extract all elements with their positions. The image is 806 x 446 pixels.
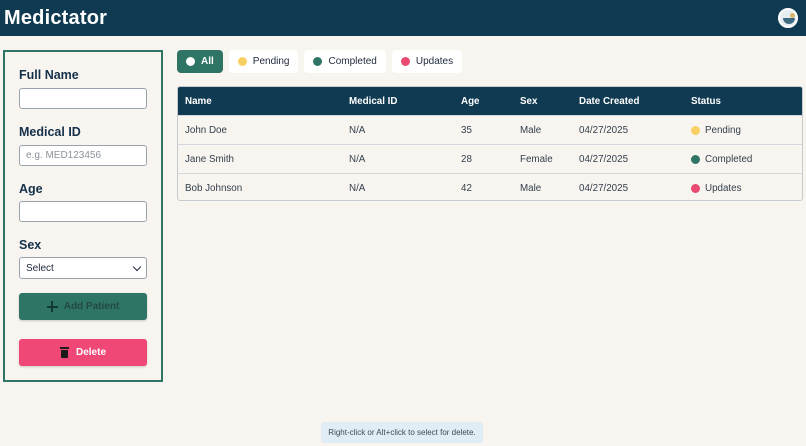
delete-hint: Right-click or Alt+click to select for d… bbox=[321, 422, 483, 443]
cell-medical-id: N/A bbox=[349, 153, 366, 165]
filter-dot-icon bbox=[237, 57, 247, 66]
filter-label: Updates bbox=[415, 56, 454, 67]
status-dot-icon bbox=[691, 183, 700, 193]
app-title: Medictator bbox=[4, 6, 108, 29]
filter-all[interactable]: All bbox=[177, 50, 223, 73]
cell-date-created: 04/27/2025 bbox=[579, 124, 629, 136]
status-label: Updates bbox=[705, 182, 742, 194]
filter-dot-icon bbox=[313, 57, 323, 66]
status-label: Pending bbox=[705, 124, 741, 136]
filter-dot-icon bbox=[400, 57, 410, 66]
trash-icon bbox=[59, 347, 69, 358]
filter-label: All bbox=[201, 56, 214, 67]
column-header-date-created[interactable]: Date Created bbox=[579, 87, 639, 115]
plus-icon bbox=[46, 301, 58, 312]
cell-medical-id: N/A bbox=[349, 182, 366, 194]
filter-completed[interactable]: Completed bbox=[304, 50, 386, 73]
full-name-label: Full Name bbox=[19, 68, 79, 82]
cell-sex: Male bbox=[520, 124, 542, 136]
age-label: Age bbox=[19, 182, 43, 196]
table-row[interactable]: Jane Smith N/A 28 Female 04/27/2025 Comp… bbox=[178, 144, 802, 173]
cell-status: Pending bbox=[691, 116, 741, 144]
filter-label: Completed bbox=[328, 56, 377, 67]
patient-form: Full Name Medical ID Age Sex Select Add … bbox=[3, 50, 163, 382]
medical-id-input[interactable] bbox=[19, 145, 147, 166]
sex-label: Sex bbox=[19, 238, 42, 252]
patients-table: Name Medical ID Age Sex Date Created Sta… bbox=[177, 86, 803, 201]
column-header-name[interactable]: Name bbox=[185, 87, 212, 115]
app-header: Medictator bbox=[0, 0, 806, 36]
column-header-sex[interactable]: Sex bbox=[520, 87, 537, 115]
cell-date-created: 04/27/2025 bbox=[579, 182, 629, 194]
column-header-status[interactable]: Status bbox=[691, 87, 721, 115]
status-dot-icon bbox=[691, 125, 700, 135]
cell-age: 35 bbox=[461, 124, 472, 136]
column-header-medical-id[interactable]: Medical ID bbox=[349, 87, 397, 115]
cell-name: Bob Johnson bbox=[185, 182, 243, 194]
add-patient-label: Add Patient bbox=[63, 301, 120, 312]
cell-status: Completed bbox=[691, 145, 752, 173]
cell-age: 42 bbox=[461, 182, 472, 194]
sex-select[interactable]: Select bbox=[19, 257, 147, 279]
delete-button[interactable]: Delete bbox=[19, 339, 147, 366]
age-input[interactable] bbox=[19, 201, 147, 222]
status-filters: All Pending Completed Updates bbox=[177, 50, 463, 73]
cell-status: Updates bbox=[691, 174, 742, 200]
table-header: Name Medical ID Age Sex Date Created Sta… bbox=[178, 87, 802, 115]
filter-label: Pending bbox=[252, 56, 290, 67]
add-patient-button[interactable]: Add Patient bbox=[19, 293, 147, 320]
sex-select-value: Select bbox=[26, 262, 54, 274]
cell-age: 28 bbox=[461, 153, 472, 165]
cell-name: John Doe bbox=[185, 124, 227, 136]
cell-date-created: 04/27/2025 bbox=[579, 153, 629, 165]
table-row[interactable]: Bob Johnson N/A 42 Male 04/27/2025 Updat… bbox=[178, 173, 802, 200]
filter-updates[interactable]: Updates bbox=[391, 50, 463, 73]
cell-name: Jane Smith bbox=[185, 153, 235, 165]
delete-label: Delete bbox=[75, 347, 106, 358]
filter-pending[interactable]: Pending bbox=[228, 50, 299, 73]
status-label: Completed bbox=[705, 153, 753, 165]
table-row[interactable]: John Doe N/A 35 Male 04/27/2025 Pending bbox=[178, 115, 802, 144]
cell-sex: Male bbox=[520, 182, 542, 194]
filter-dot-icon bbox=[186, 57, 195, 66]
app-logo-icon[interactable] bbox=[778, 8, 798, 28]
column-header-age[interactable]: Age bbox=[461, 87, 480, 115]
cell-medical-id: N/A bbox=[349, 124, 366, 136]
chevron-down-icon bbox=[132, 262, 142, 271]
full-name-input[interactable] bbox=[19, 88, 147, 109]
medical-id-label: Medical ID bbox=[19, 125, 81, 139]
status-dot-icon bbox=[691, 154, 700, 164]
cell-sex: Female bbox=[520, 153, 553, 165]
